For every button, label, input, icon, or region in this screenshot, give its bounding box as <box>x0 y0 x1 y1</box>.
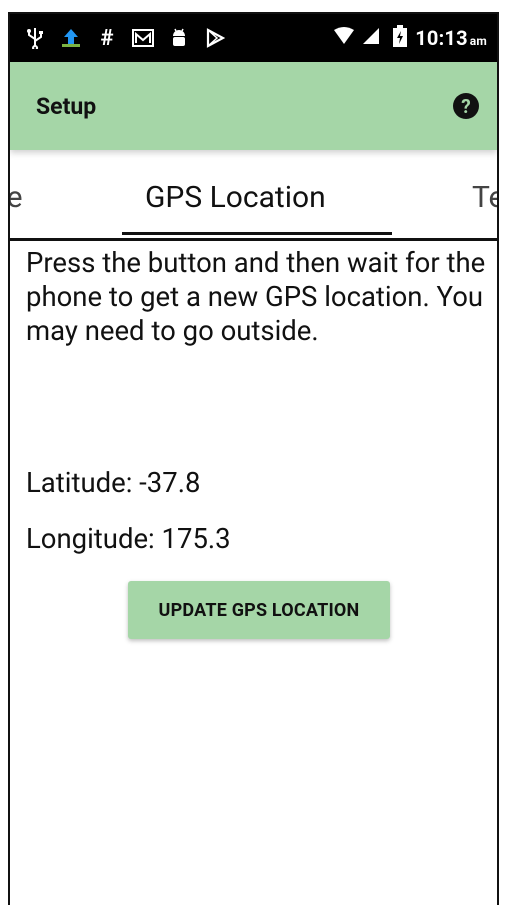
upload-icon <box>60 27 82 49</box>
hashtag-icon: # <box>100 25 114 51</box>
app-title: Setup <box>36 92 97 120</box>
update-gps-location-button[interactable]: UPDATE GPS LOCATION <box>128 581 390 639</box>
usb-icon <box>24 27 46 49</box>
latitude-value: Latitude: -37.8 <box>26 466 201 499</box>
tab-next[interactable]: Te <box>472 180 497 215</box>
battery-icon <box>393 25 408 51</box>
tab-previous[interactable]: ne <box>10 180 22 215</box>
signal-icon <box>363 28 380 48</box>
tab-bar: ne GPS Location Te <box>10 166 497 241</box>
play-store-icon <box>204 27 226 49</box>
app-bar: Setup ? <box>10 62 497 150</box>
tab-gps-location[interactable]: GPS Location <box>145 180 326 215</box>
instructions-text: Press the button and then wait for the p… <box>26 246 486 347</box>
status-clock: 10:13 am <box>415 26 487 50</box>
phone-screen: # 10:13 am Setup ? GPS Location T Press … <box>8 12 499 905</box>
help-icon[interactable]: ? <box>453 93 479 119</box>
wifi-icon <box>333 27 355 49</box>
status-bar: # 10:13 am <box>10 14 497 62</box>
gps-content: Press the button and then wait for the p… <box>26 246 492 555</box>
longitude-value: Longitude: 175.3 <box>26 522 231 555</box>
android-icon <box>168 27 190 49</box>
gmail-icon <box>132 27 154 49</box>
tab-selected-indicator <box>122 232 392 235</box>
